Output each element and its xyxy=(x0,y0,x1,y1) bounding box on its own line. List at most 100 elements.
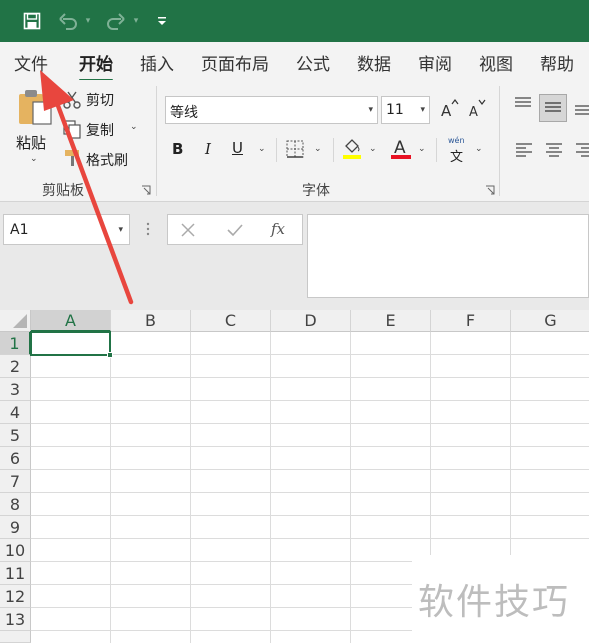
font-size-dropdown[interactable]: 11 ▾ xyxy=(381,96,430,124)
font-color-dropdown-icon[interactable]: ⌄ xyxy=(418,144,426,154)
align-top-icon[interactable] xyxy=(513,96,533,112)
separator xyxy=(436,138,437,162)
borders-dropdown-icon[interactable]: ⌄ xyxy=(314,144,322,154)
cut-icon[interactable] xyxy=(62,90,82,110)
row-header-1[interactable]: 1 xyxy=(0,332,31,355)
chevron-down-icon: ▾ xyxy=(118,225,123,235)
row-header-14[interactable] xyxy=(0,631,31,643)
formula-bar-grip-icon[interactable] xyxy=(146,221,150,237)
select-all-button[interactable] xyxy=(0,310,31,332)
row-header-5[interactable]: 5 xyxy=(0,424,31,447)
column-header-g[interactable]: G xyxy=(511,310,589,332)
font-name-dropdown[interactable]: 等线 ▾ xyxy=(165,96,378,124)
redo-icon[interactable] xyxy=(104,10,128,32)
align-right-icon[interactable] xyxy=(575,142,589,158)
gridline xyxy=(270,332,271,643)
tab-home[interactable]: 开始 xyxy=(79,50,113,82)
column-header-e[interactable]: E xyxy=(351,310,431,332)
ribbon: 粘贴 ⌄ 剪切 复制 ⌄ 格式刷 剪贴板 等线 ▾ 11 ▾ A A B I U… xyxy=(0,80,589,202)
row-header-11[interactable]: 11 xyxy=(0,562,31,585)
decrease-font-size-icon[interactable]: A xyxy=(467,98,487,120)
group-separator xyxy=(499,86,500,196)
column-header-c[interactable]: C xyxy=(191,310,271,332)
tab-help[interactable]: 帮助 xyxy=(540,50,574,75)
separator xyxy=(276,138,277,162)
bold-button[interactable]: B xyxy=(172,140,183,158)
font-dialog-launcher-icon[interactable] xyxy=(485,185,496,196)
align-middle-icon[interactable] xyxy=(539,94,567,122)
customize-quick-access-icon[interactable] xyxy=(156,10,168,32)
undo-dropdown-icon[interactable]: ▾ xyxy=(82,10,94,32)
phonetic-dropdown-icon[interactable]: ⌄ xyxy=(475,144,483,154)
column-header-d[interactable]: D xyxy=(271,310,351,332)
copy-button[interactable]: 复制 xyxy=(86,120,114,140)
row-header-9[interactable]: 9 xyxy=(0,516,31,539)
clipboard-group-label: 剪贴板 xyxy=(42,183,84,199)
clipboard-dialog-launcher-icon[interactable] xyxy=(141,185,152,196)
svg-text:A: A xyxy=(469,105,478,120)
redo-dropdown-icon[interactable]: ▾ xyxy=(130,10,142,32)
fill-handle[interactable] xyxy=(107,352,113,358)
row-header-7[interactable]: 7 xyxy=(0,470,31,493)
increase-font-size-icon[interactable]: A xyxy=(439,98,459,120)
format-painter-button[interactable]: 格式刷 xyxy=(86,150,128,170)
formula-controls: fx xyxy=(167,214,303,245)
underline-button[interactable]: U xyxy=(232,139,243,157)
column-header-f[interactable]: F xyxy=(431,310,511,332)
row-header-3[interactable]: 3 xyxy=(0,378,31,401)
watermark: 软件技巧 xyxy=(412,555,589,643)
phonetic-pinyin: wén xyxy=(448,136,465,145)
undo-icon[interactable] xyxy=(56,10,80,32)
enter-icon[interactable] xyxy=(226,222,244,238)
gridline xyxy=(350,332,351,643)
insert-function-icon[interactable]: fx xyxy=(271,220,285,238)
format-painter-icon[interactable] xyxy=(62,148,82,168)
fill-color-icon[interactable] xyxy=(342,137,362,161)
column-header-a[interactable]: A xyxy=(31,310,111,332)
svg-text:A: A xyxy=(441,102,452,120)
borders-icon[interactable] xyxy=(286,140,304,158)
paste-button[interactable]: 粘贴 ⌄ xyxy=(10,86,54,170)
watermark-text: 软件技巧 xyxy=(418,582,571,623)
tab-page-layout[interactable]: 页面布局 xyxy=(201,50,269,75)
row-header-4[interactable]: 4 xyxy=(0,401,31,424)
gridline xyxy=(31,515,589,516)
copy-dropdown-icon[interactable]: ⌄ xyxy=(130,122,138,132)
font-size-value: 11 xyxy=(386,102,404,118)
row-header-2[interactable]: 2 xyxy=(0,355,31,378)
row-header-13[interactable]: 13 xyxy=(0,608,31,631)
gridline xyxy=(190,332,191,643)
row-header-6[interactable]: 6 xyxy=(0,447,31,470)
fill-color-dropdown-icon[interactable]: ⌄ xyxy=(369,144,377,154)
tab-file[interactable]: 文件 xyxy=(14,50,48,75)
align-bottom-icon[interactable] xyxy=(573,100,589,118)
copy-icon[interactable] xyxy=(62,119,82,139)
group-separator xyxy=(156,86,157,196)
gridline xyxy=(31,492,589,493)
cut-button[interactable]: 剪切 xyxy=(86,90,114,110)
row-header-10[interactable]: 10 xyxy=(0,539,31,562)
gridline xyxy=(31,446,589,447)
save-icon[interactable] xyxy=(20,10,44,32)
ribbon-tabs: 文件 开始 插入 页面布局 公式 数据 审阅 视图 帮助 xyxy=(0,42,589,82)
cancel-icon[interactable] xyxy=(180,222,196,238)
gridline xyxy=(31,423,589,424)
formula-input[interactable] xyxy=(307,214,589,298)
column-header-b[interactable]: B xyxy=(111,310,191,332)
underline-dropdown-icon[interactable]: ⌄ xyxy=(258,144,266,154)
tab-review[interactable]: 审阅 xyxy=(418,50,452,75)
tab-insert[interactable]: 插入 xyxy=(140,50,174,75)
row-header-8[interactable]: 8 xyxy=(0,493,31,516)
tab-view[interactable]: 视图 xyxy=(479,50,513,75)
align-left-icon[interactable] xyxy=(515,142,533,158)
name-box[interactable]: A1 ▾ xyxy=(3,214,130,245)
row-header-12[interactable]: 12 xyxy=(0,585,31,608)
font-color-icon[interactable]: A xyxy=(390,137,412,161)
selected-cell-a1[interactable] xyxy=(30,331,111,356)
tab-data[interactable]: 数据 xyxy=(357,50,391,75)
italic-button[interactable]: I xyxy=(205,140,211,158)
align-center-icon[interactable] xyxy=(545,142,563,158)
chevron-down-icon: ▾ xyxy=(368,105,373,115)
tab-formulas[interactable]: 公式 xyxy=(296,50,330,75)
phonetic-guide-button[interactable]: wén 文 xyxy=(446,136,470,165)
